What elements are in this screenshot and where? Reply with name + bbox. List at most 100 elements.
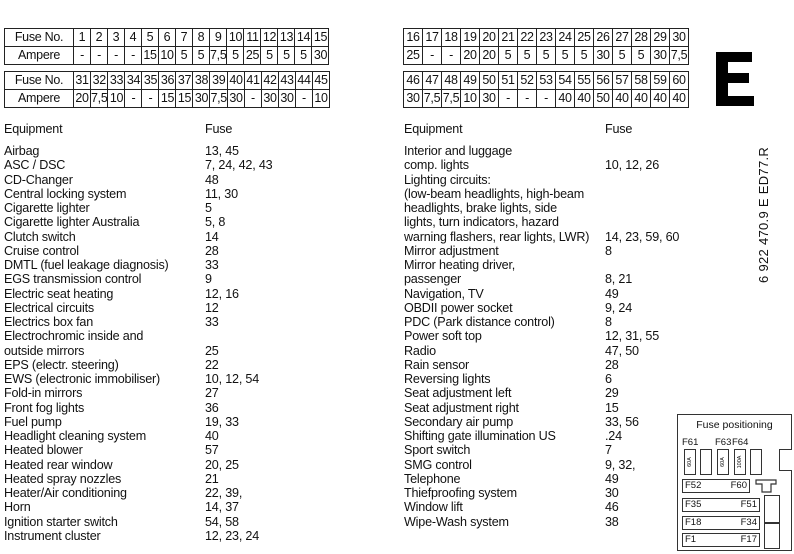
fuse-numbers: 19, 33	[205, 414, 239, 429]
list-item: Heater/Air conditioning 22, 39,	[4, 486, 304, 500]
list-item: Window lift 46	[404, 500, 694, 514]
list-item: ASC / DSC 7, 24, 42, 43	[4, 158, 304, 172]
fuse-number-cell: 11	[243, 28, 262, 47]
equipment-name: OBDII power socket	[404, 300, 513, 315]
fuse-number-cell: 43	[277, 71, 296, 90]
document-code: 6 922 470.9 E ED77.R	[756, 146, 771, 283]
list-item: Shifting gate illumination US .24	[404, 429, 694, 443]
list-item: headlights, brake lights, side	[404, 201, 694, 215]
fuse-numbers: 25	[205, 343, 219, 358]
list-item: EWS (electronic immobiliser) 10, 12, 54	[4, 372, 304, 386]
fuse-numbers: 46	[605, 500, 619, 515]
list-item: Heated spray nozzles 21	[4, 472, 304, 486]
ampere-cell: -	[517, 89, 537, 108]
list-item: OBDII power socket 9, 24	[404, 301, 694, 315]
fuse-number-cell: 27	[612, 28, 632, 47]
equipment-name: Shifting gate illumination US	[404, 429, 556, 443]
ampere-cell: 5	[260, 46, 279, 65]
fuse-number-cell: 26	[593, 28, 613, 47]
fuse-number-cell: 10	[226, 28, 245, 47]
fuse-slot-f61: 60A	[684, 449, 696, 475]
list-item: Front fog lights 36	[4, 401, 304, 415]
equipment-name: Mirror adjustment	[404, 243, 499, 258]
fuse-numbers: 9, 24	[605, 300, 633, 315]
fuse-number-cell: 60	[669, 71, 689, 90]
equipment-name: Window lift	[404, 500, 463, 515]
fuse-header: Fuse	[205, 122, 233, 136]
equipment-name: Thiefproofing system	[404, 486, 517, 500]
ampere-cell: -	[243, 89, 262, 108]
ampere-cell: 15	[141, 46, 159, 65]
equipment-name: Central locking system	[4, 186, 127, 201]
list-header: Equipment Fuse	[4, 122, 304, 144]
ampere-cell: 40	[669, 89, 689, 108]
fuse-strip-f1-f17: F1 F17	[682, 533, 760, 547]
fuse-numbers: 12, 23, 24	[205, 528, 260, 543]
equipment-name: Mirror heating driver,	[404, 258, 516, 272]
fuse-numbers: 48	[205, 172, 219, 187]
fuse-number-row: Fuse No. 31 32 33 34 35 36 37 38 39 40 41 42 43 44 45	[4, 71, 330, 90]
ampere-cell: 5	[555, 46, 575, 65]
ampere-cell: 50	[593, 89, 613, 108]
fuse-numbers: 14, 37	[205, 500, 239, 515]
ampere-cell: 40	[631, 89, 651, 108]
fuse-number-row: Fuse No. 1 2 3 4 5 6 7 8 9 10 11 12 13 14 15	[4, 28, 330, 47]
fuse-number-cell: 16	[403, 28, 423, 47]
fuse-number-cell: 5	[141, 28, 159, 47]
equipment-name: Headlight cleaning system	[4, 429, 147, 443]
fuse-number-cell: 51	[498, 71, 518, 90]
equipment-list-left: Equipment Fuse Airbag 13, 45 ASC / DSC 7, 2…	[4, 122, 304, 543]
fuse-number-cell: 14	[294, 28, 313, 47]
fuse-number-cell: 50	[479, 71, 499, 90]
fuse-number-cell: 36	[158, 71, 177, 90]
fuse-number-cell: 40	[226, 71, 245, 90]
list-item: Thiefproofing system 30	[404, 486, 694, 500]
ampere-cell: 20	[73, 89, 91, 108]
list-item: Secondary air pump 33, 56	[404, 415, 694, 429]
fuse-numbers: 47, 50	[605, 343, 639, 358]
ampere-cell: 30	[479, 89, 499, 108]
list-item: Ignition starter switch 54, 58	[4, 515, 304, 529]
ampere-cell: 40	[574, 89, 594, 108]
equipment-name: passenger	[404, 272, 462, 287]
ampere-cell: 30	[403, 89, 423, 108]
equipment-name: Cruise control	[4, 243, 79, 258]
equipment-name: Telephone	[404, 471, 461, 486]
ampere-row: Ampere 20 7,5 10- -15 15 30 7,5 30-30 30-10	[4, 89, 330, 108]
ampere-cell: 10	[460, 89, 480, 108]
equipment-name: Heated rear window	[4, 457, 113, 472]
list-item: Seat adjustment left 29	[404, 386, 694, 400]
ampere-row: 30 7,5 7,5 10 30- - -40 40 50 40 40 40 40	[403, 89, 689, 108]
fuse-numbers: 11, 30	[205, 186, 238, 201]
equipment-name: Instrument cluster	[4, 528, 101, 543]
equipment-name: Airbag	[4, 144, 40, 158]
equipment-name: ASC / DSC	[4, 158, 66, 173]
ampere-cell: 5	[277, 46, 296, 65]
list-item: Mirror adjustment 8	[404, 244, 694, 258]
fuse-number-cell: 17	[422, 28, 442, 47]
fuse-number-cell: 25	[574, 28, 594, 47]
fuse-number-cell: 21	[498, 28, 518, 47]
fuse-numbers: 13, 45	[205, 144, 239, 158]
connector-icon	[755, 479, 777, 493]
fuse-numbers: 8	[605, 315, 612, 329]
fuse-number-cell: 2	[90, 28, 108, 47]
ampere-cell: 20	[479, 46, 499, 65]
fuse-number-cell: 12	[260, 28, 279, 47]
list-item: PDC (Park distance control) 8	[404, 315, 694, 329]
list-item: Mirror heating driver,	[404, 258, 694, 272]
fuse-number-cell: 24	[555, 28, 575, 47]
ampere-cell: 10	[311, 89, 330, 108]
fuse-numbers: 7	[605, 443, 612, 458]
fuse-number-cell: 37	[175, 71, 194, 90]
fuse-numbers: 21	[205, 471, 219, 486]
ampere-cell: 5	[498, 46, 518, 65]
list-item: (low-beam headlights, high-beam	[404, 187, 694, 201]
ampere-cell: 5	[294, 46, 313, 65]
equipment-name: SMG control	[404, 457, 472, 472]
list-item: Headlight cleaning system 40	[4, 429, 304, 443]
list-item: Electric seat heating 12, 16	[4, 287, 304, 301]
equipment-name: Cigarette lighter	[4, 201, 90, 215]
fuse-number-cell: 44	[294, 71, 313, 90]
fuse-numbers: 29	[605, 386, 619, 401]
